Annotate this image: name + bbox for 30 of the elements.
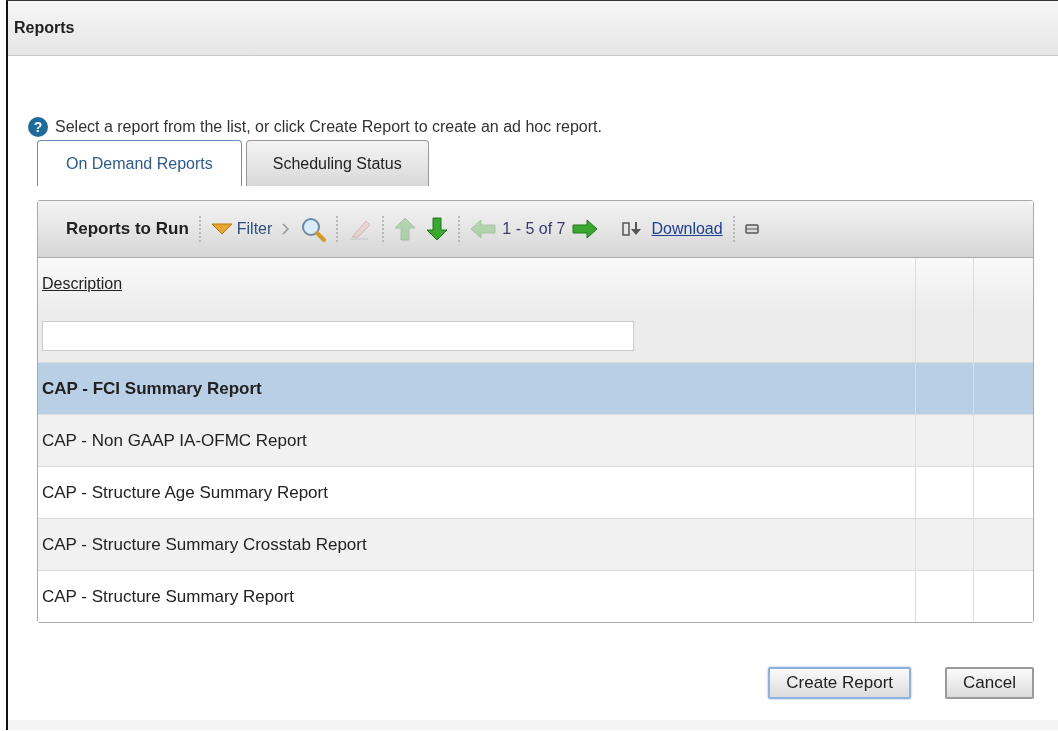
table-row[interactable]: CAP - FCI Summary Report (38, 362, 1033, 414)
filter-input[interactable] (42, 321, 634, 351)
create-report-button[interactable]: Create Report (768, 667, 912, 699)
table-cell: CAP - Structure Summary Report (42, 586, 294, 607)
filter-button[interactable]: Filter (210, 220, 273, 238)
chevron-icon (282, 223, 291, 235)
table-cell: CAP - Structure Summary Crosstab Report (42, 534, 367, 555)
right-arrow-icon[interactable] (571, 219, 598, 239)
down-arrow-icon[interactable] (426, 217, 449, 241)
help-text: Select a report from the list, or click Create Report to create an ad hoc report. (55, 118, 602, 136)
table-cell: CAP - Non GAAP IA-OFMC Report (42, 430, 307, 451)
triangle-icon (210, 223, 233, 235)
help-icon: ? (27, 116, 49, 138)
cancel-button[interactable]: Cancel (945, 667, 1034, 699)
download-link[interactable]: Download (651, 220, 723, 238)
table-row[interactable]: CAP - Structure Summary Report (38, 570, 1033, 622)
download-icon (621, 221, 642, 237)
tab[interactable]: On Demand Reports (37, 140, 242, 186)
window-title: Reports (14, 19, 75, 37)
table-cell: CAP - Structure Age Summary Report (42, 482, 328, 503)
table-cell: CAP - FCI Summary Report (42, 378, 262, 399)
page-info: 1 - 5 of 7 (502, 220, 566, 238)
column-header[interactable]: Description (42, 275, 123, 293)
table-row[interactable]: CAP - Structure Age Summary Report (38, 466, 1033, 518)
search-icon[interactable] (300, 216, 327, 242)
table-row[interactable]: CAP - Structure Summary Crosstab Report (38, 518, 1033, 570)
toolbar-title: Reports to Run (66, 219, 189, 239)
columns-icon[interactable] (744, 224, 759, 234)
tab[interactable]: Scheduling Status (245, 140, 429, 186)
table-row[interactable]: CAP - Non GAAP IA-OFMC Report (38, 414, 1033, 466)
